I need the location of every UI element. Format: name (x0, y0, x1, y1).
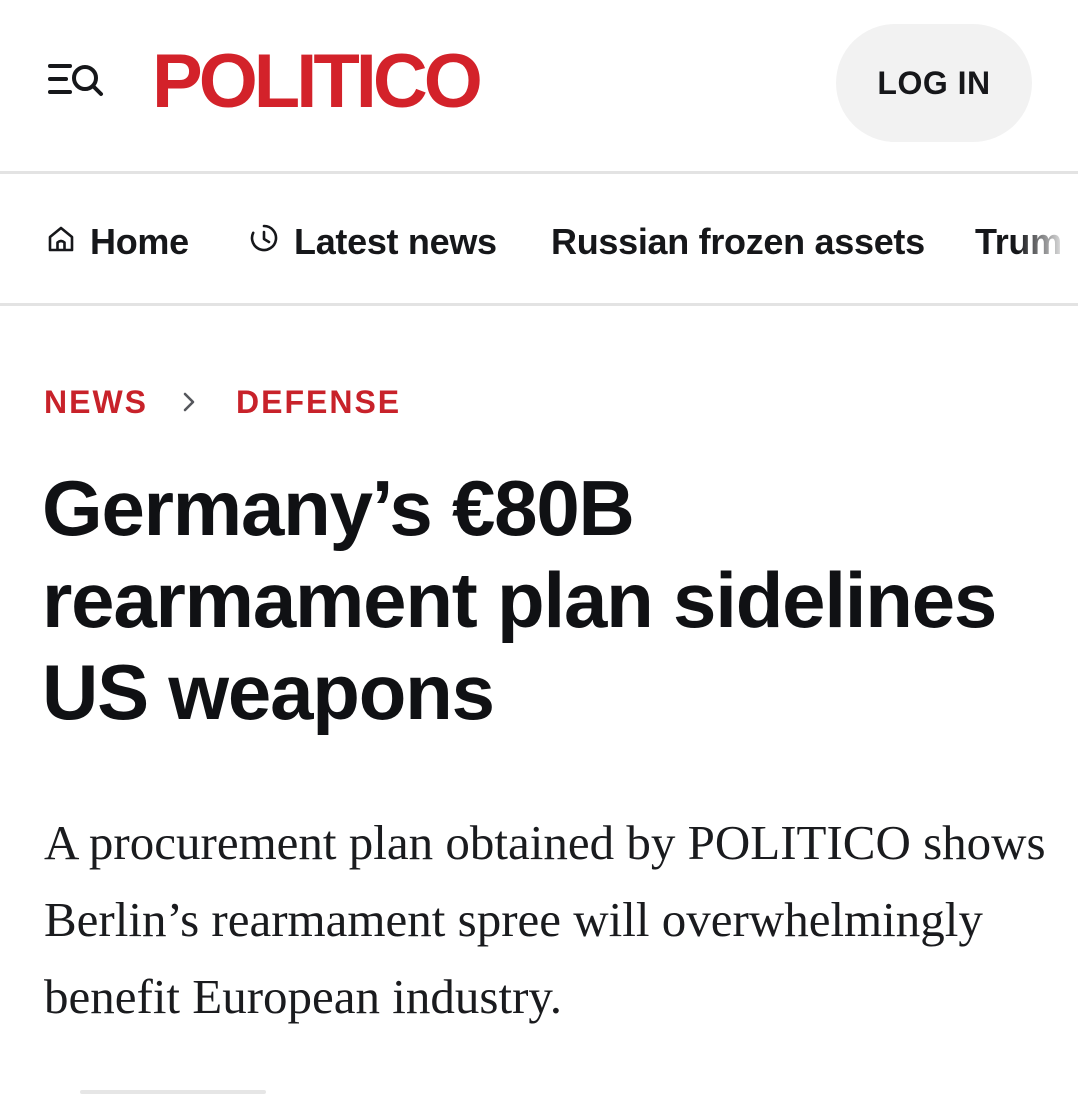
menu-search-icon (48, 64, 103, 96)
login-button[interactable]: LOG IN (836, 24, 1032, 142)
politico-logo[interactable]: POLITICO (152, 44, 483, 120)
chevron-right-icon (178, 387, 202, 417)
article-dek: A procurement plan obtained by POLITICO … (44, 815, 1046, 1024)
nav-item-label: Home (90, 221, 189, 262)
clock-icon (248, 221, 280, 263)
breadcrumb-defense[interactable]: DEFENSE (236, 384, 401, 421)
nav-item-latest-news[interactable]: Latest news (248, 219, 497, 265)
breadcrumb: NEWS DEFENSE (44, 382, 401, 422)
topic-nav: Home Latest news Russian frozen assets T… (0, 177, 1078, 306)
divider (80, 1090, 266, 1094)
menu-search-button[interactable] (44, 56, 108, 106)
home-icon (46, 221, 76, 263)
article-headline: Germany’s €80B rearmament plan sidelines… (42, 464, 997, 736)
nav-item-russian-frozen-assets[interactable]: Russian frozen assets (551, 219, 925, 265)
nav-item-label: Trum (975, 221, 1062, 262)
nav-item-trump[interactable]: Trum (975, 219, 1062, 265)
breadcrumb-news[interactable]: NEWS (44, 384, 148, 421)
nav-item-label: Russian frozen assets (551, 221, 925, 262)
nav-item-label: Latest news (294, 221, 497, 262)
nav-item-home[interactable]: Home (46, 219, 189, 265)
site-header: POLITICO LOG IN (0, 0, 1078, 174)
